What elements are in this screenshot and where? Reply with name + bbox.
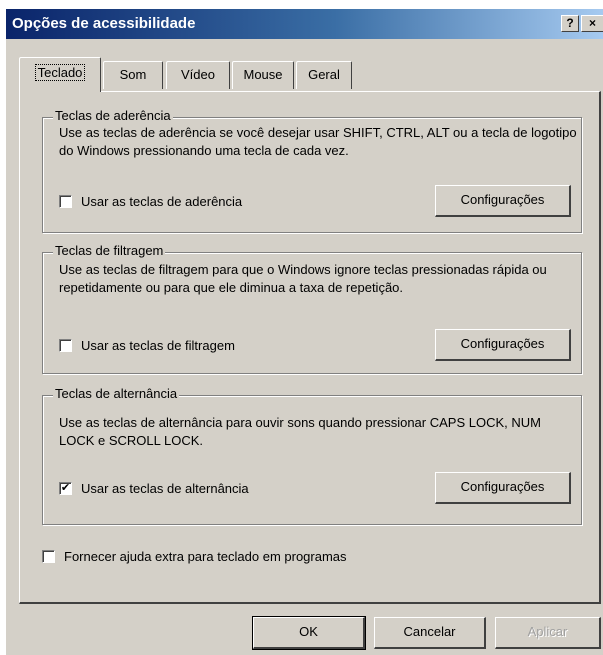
tab-geral[interactable]: Geral — [296, 61, 352, 89]
toggle-keys-checkbox-row[interactable]: ✔ Usar as teclas de alternância — [59, 481, 249, 496]
close-button[interactable]: × — [581, 15, 603, 32]
filter-keys-checkbox-label: Usar as teclas de filtragem — [81, 338, 235, 353]
toggle-keys-checkbox[interactable]: ✔ — [59, 482, 72, 495]
sticky-keys-group: Teclas de aderência Use as teclas de ade… — [42, 108, 582, 233]
toggle-keys-settings-button[interactable]: Configurações — [435, 472, 571, 504]
toggle-keys-group: Teclas de alternância Use as teclas de a… — [42, 386, 582, 525]
tab-geral-label: Geral — [308, 67, 340, 82]
sticky-keys-checkbox-row[interactable]: Usar as teclas de aderência — [59, 194, 242, 209]
filter-keys-group: Teclas de filtragem Use as teclas de fil… — [42, 243, 582, 374]
toggle-keys-description: Use as teclas de alternância para ouvir … — [59, 415, 541, 448]
filter-keys-description: Use as teclas de filtragem para que o Wi… — [59, 262, 547, 295]
tab-mouse[interactable]: Mouse — [232, 61, 294, 89]
toggle-keys-checkbox-label: Usar as teclas de alternância — [81, 481, 249, 496]
keyboard-tab-panel: Teclas de aderência Use as teclas de ade… — [19, 91, 601, 604]
tab-teclado[interactable]: Teclado — [19, 57, 101, 92]
cancel-button[interactable]: Cancelar — [374, 617, 486, 649]
filter-keys-settings-button[interactable]: Configurações — [435, 329, 571, 361]
tab-video-label: Vídeo — [181, 67, 215, 82]
extra-help-checkbox[interactable] — [42, 550, 55, 563]
tab-teclado-label: Teclado — [34, 64, 86, 81]
window-title: Opções de acessibilidade — [12, 15, 196, 32]
tab-som[interactable]: Som — [103, 61, 163, 89]
extra-help-checkbox-label: Fornecer ajuda extra para teclado em pro… — [64, 549, 347, 564]
tab-som-label: Som — [119, 67, 147, 82]
help-button[interactable]: ? — [561, 15, 579, 32]
sticky-keys-settings-button[interactable]: Configurações — [435, 185, 571, 217]
ok-button[interactable]: OK — [252, 616, 366, 650]
sticky-keys-title: Teclas de aderência — [53, 108, 173, 123]
apply-button[interactable]: Aplicar — [495, 617, 601, 649]
sticky-keys-checkbox-label: Usar as teclas de aderência — [81, 194, 243, 209]
tab-mouse-label: Mouse — [243, 67, 283, 82]
filter-keys-checkbox-row[interactable]: Usar as teclas de filtragem — [59, 338, 235, 353]
tab-video[interactable]: Vídeo — [166, 61, 230, 89]
sticky-keys-description: Use as teclas de aderência se você desej… — [59, 125, 577, 158]
extra-help-checkbox-row[interactable]: Fornecer ajuda extra para teclado em pro… — [42, 549, 347, 564]
title-bar[interactable]: Opções de acessibilidade ? × — [6, 9, 603, 39]
filter-keys-title: Teclas de filtragem — [53, 243, 166, 258]
accessibility-options-dialog: Opções de acessibilidade ? × Teclado Som… — [6, 9, 603, 655]
toggle-keys-title: Teclas de alternância — [53, 386, 180, 401]
sticky-keys-checkbox[interactable] — [59, 195, 72, 208]
filter-keys-checkbox[interactable] — [59, 339, 72, 352]
